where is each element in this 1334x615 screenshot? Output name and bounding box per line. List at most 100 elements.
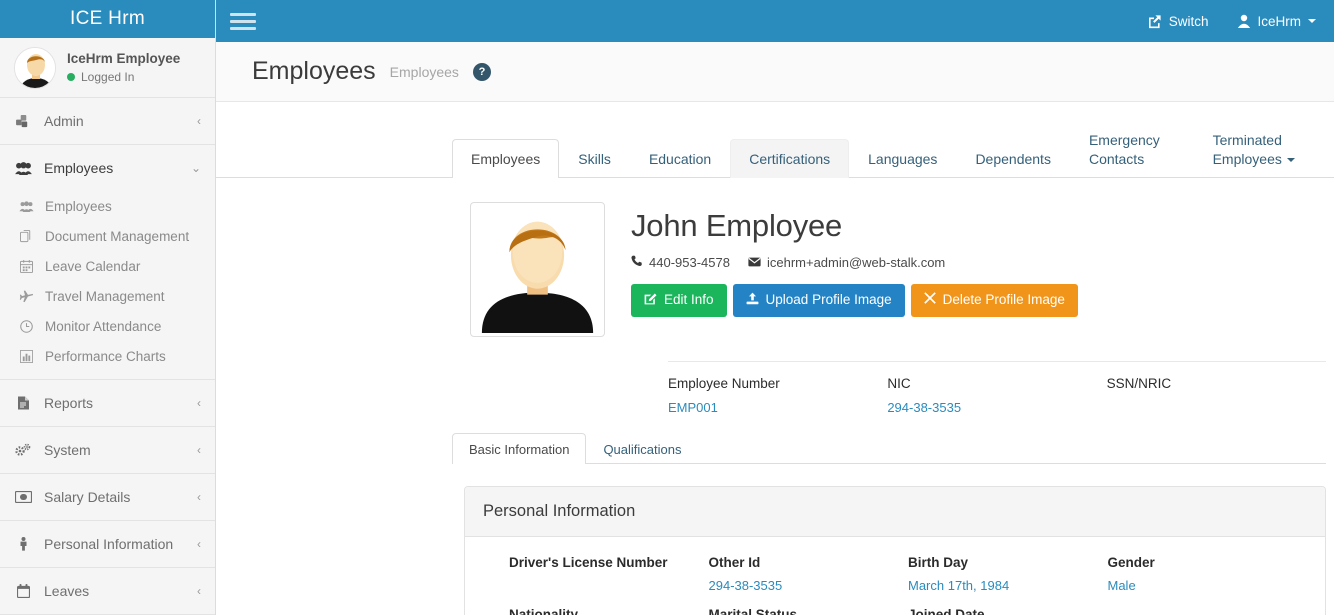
sidebar-item-employees[interactable]: Employees ⌄ [0,145,215,191]
hamburger-icon[interactable] [230,11,256,31]
identifier-value[interactable]: EMP001 [668,400,887,415]
panel-body: Driver's License Number Other Id 294-38-… [465,537,1325,615]
sidebar-subitem-performance-charts[interactable]: Performance Charts [0,341,215,371]
field-label: Joined Date [908,606,985,615]
identifier-value[interactable]: 294-38-3535 [887,400,1106,415]
sidebar-item-admin[interactable]: Admin ‹ [0,98,215,144]
chevron-down-icon: ⌄ [190,161,201,175]
tab-label: Skills [578,150,611,167]
app-brand[interactable]: ICE Hrm [0,0,215,39]
sidebar-item-personal-information[interactable]: Personal Information ‹ [0,521,215,567]
field-drivers-license-number: Driver's License Number [509,555,709,593]
tab-languages[interactable]: Languages [849,139,956,178]
sidebar-subitem-label: Travel Management [45,288,165,304]
tab-education[interactable]: Education [630,139,730,178]
chevron-left-icon: ‹ [197,490,201,504]
chevron-left-icon: ‹ [197,114,201,128]
field-value[interactable]: March 17th, 1984 [908,578,1108,593]
field-value[interactable]: Male [1108,578,1308,593]
calendar-alt-icon [14,584,32,598]
tab-skills[interactable]: Skills [559,139,630,178]
identifier-label: NIC [887,375,911,391]
field-birth-day: Birth Day March 17th, 1984 [908,555,1108,593]
identifier-ssn-nric: SSN/NRIC [1107,376,1326,415]
sidebar-group-system: System ‹ [0,427,215,474]
tab-label: Languages [868,150,938,167]
sidebar-subitem-label: Document Management [45,228,190,244]
tab-employees[interactable]: Employees [452,138,560,178]
sidebar-item-leaves[interactable]: Leaves ‹ [0,568,215,614]
tab-basic-information[interactable]: Basic Information [452,432,587,464]
sidebar-subitem-monitor-attendance[interactable]: Monitor Attendance [0,311,215,341]
sidebar-user-meta: IceHrm Employee Logged In [67,51,180,84]
sidebar-subitem-document-management[interactable]: Document Management [0,221,215,251]
question-mark-icon[interactable]: ? [472,62,491,81]
sub-tabs: Basic Information Qualifications [452,432,1326,464]
calendar-icon [18,259,34,273]
file-text-icon [14,396,32,410]
employee-details: John Employee 440-953-4578 icehrm+admin@… [631,202,1326,337]
sidebar-item-salary-details[interactable]: Salary Details ‹ [0,474,215,520]
identifier-label: SSN/NRIC [1106,375,1172,391]
sidebar-item-reports-label: Reports [44,395,94,411]
switch-button[interactable]: Switch [1147,14,1209,29]
sidebar-group-personal-information: Personal Information ‹ [0,521,215,568]
field-label: Nationality [509,606,579,615]
sidebar-subitem-travel-management[interactable]: Travel Management [0,281,215,311]
sidebar-item-reports[interactable]: Reports ‹ [0,380,215,426]
sidebar-group-admin: Admin ‹ [0,98,215,145]
employee-phone: 440-953-4578 [631,255,730,270]
sidebar-group-employees: Employees ⌄ Employees Document Managemen… [0,145,215,380]
users-icon [18,200,34,212]
delete-profile-image-button[interactable]: Delete Profile Image [910,283,1078,317]
tab-dependents[interactable]: Dependents [956,139,1070,178]
tab-label: Certifications [749,150,831,167]
tab-label: Dependents [975,150,1051,167]
profile-actions: Edit Info Upload Profile Image Delete Pr… [631,283,1326,317]
money-icon [14,491,32,503]
sidebar-user-box[interactable]: IceHrm Employee Logged In [0,38,215,98]
sidebar-group-salary-details: Salary Details ‹ [0,474,215,521]
tab-emergency-contacts[interactable]: Emergency Contacts [1070,120,1194,178]
files-icon [18,229,34,243]
tab-certifications[interactable]: Certifications [730,138,850,178]
plane-icon [18,289,34,303]
button-label: Upload Profile Image [765,292,892,308]
tab-label: Emergency Contacts [1088,132,1160,167]
field-value[interactable]: 294-38-3535 [709,578,909,593]
employee-identifiers: Employee Number EMP001 NIC 294-38-3535 S… [668,360,1326,415]
chevron-left-icon: ‹ [197,443,201,457]
tab-qualifications[interactable]: Qualifications [586,433,698,464]
field-value[interactable] [509,578,709,592]
user-menu[interactable]: IceHrm [1237,14,1316,29]
panel-title: Personal Information [483,501,636,520]
tab-label: Qualifications [603,441,682,457]
sidebar-item-personal-information-label: Personal Information [44,536,174,552]
chevron-left-icon: ‹ [197,584,201,598]
field-marital-status: Marital Status Married [709,607,909,615]
upload-icon [746,292,759,309]
app-title: ICE Hrm [70,8,145,30]
field-label: Driver's License Number [509,554,668,570]
sidebar-item-leaves-label: Leaves [44,583,90,599]
sidebar-subitem-employees[interactable]: Employees [0,191,215,221]
sidebar-subitem-leave-calendar[interactable]: Leave Calendar [0,251,215,281]
bar-chart-icon [18,349,34,363]
field-label: Other Id [708,554,761,570]
tab-terminated-employees[interactable]: Terminated Employees [1194,120,1334,178]
employee-photo[interactable] [470,201,605,337]
users-icon [14,161,32,175]
sidebar-group-leaves: Leaves ‹ [0,568,215,615]
sidebar-subitem-label: Monitor Attendance [45,318,162,334]
sub-tabs-wrap: Basic Information Qualifications [452,432,1326,464]
pencil-square-icon [644,292,657,309]
sidebar-item-employees-label: Employees [44,160,114,176]
cubes-icon [14,114,32,128]
upload-profile-image-button[interactable]: Upload Profile Image [732,283,905,317]
sidebar-item-system[interactable]: System ‹ [0,427,215,473]
field-label: Marital Status [708,606,798,615]
sidebar-subitem-label: Employees [45,198,112,214]
edit-info-button[interactable]: Edit Info [631,283,727,317]
field-joined-date: Joined Date August 3rd, 2005 [908,607,1108,615]
user-icon [1237,14,1251,28]
